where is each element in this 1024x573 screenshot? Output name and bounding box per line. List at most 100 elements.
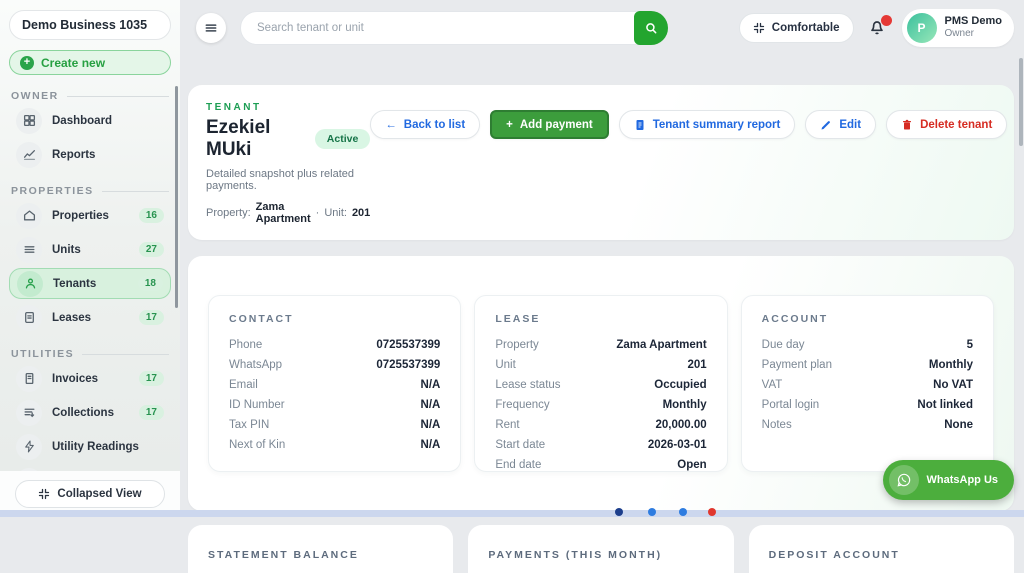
sidebar-item-invoices[interactable]: Invoices 17 [9,363,171,394]
count-badge: 27 [138,242,164,257]
tenant-header-card: TENANT Ezekiel MUki Active Detailed snap… [188,85,1014,240]
person-icon [17,270,43,297]
count-badge: 17 [138,371,164,386]
contact-row-next-of-kin: Next of Kin N/A [229,439,441,451]
arrow-left-icon: ← [385,118,397,131]
card-title: PAYMENTS (THIS MONTH) [488,549,663,561]
notification-badge [880,14,892,26]
topbar: Comfortable P PMS Demo Owner [180,0,1024,55]
collapsed-view-button[interactable]: Collapsed View [15,480,165,508]
sidebar-item-label: Collections [52,406,114,419]
bolt-icon [16,433,42,460]
breadcrumb: Property: Zama Apartment · Unit: 201 [206,201,371,225]
sidebar-item-label: Tenants [53,277,97,290]
card-title: ACCOUNT [761,313,829,325]
whatsapp-label: WhatsApp Us [926,474,999,486]
density-toggle-button[interactable]: Comfortable [738,12,854,43]
sidebar-item-units[interactable]: Units 27 [9,234,171,265]
sidebar: Demo Business 1035 + Create new OWNER Da… [0,0,180,517]
collections-icon [16,399,42,426]
account-row-due-day: Due day 5 [761,339,973,351]
search-container [240,10,668,45]
avatar: P [906,12,937,43]
count-badge: 16 [138,208,164,223]
contact-row-id-number: ID Number N/A [229,399,441,411]
action-buttons: ← Back to list + Add payment Tenant summ… [370,102,1008,225]
contact-row-phone: Phone 0725537399 [229,339,441,351]
edit-button[interactable]: Edit [805,110,877,139]
strip-dot-1 [615,508,623,516]
profile-role: Owner [944,28,974,39]
profile-name: PMS Demo [944,15,1002,27]
status-badge: Active [314,129,371,149]
menu-toggle-button[interactable] [196,12,226,43]
create-new-button[interactable]: + Create new [9,50,171,75]
search-icon [644,21,658,35]
bottom-section: STATEMENT BALANCE PAYMENTS (THIS MONTH) … [188,525,1014,573]
lease-row-status: Lease status Occupied [495,379,707,391]
bottom-strip [0,508,1024,517]
plus-icon: + [506,118,513,131]
section-owner: OWNER [11,90,169,102]
sidebar-scrollbar[interactable] [175,86,178,308]
tenant-summary-report-button[interactable]: Tenant summary report [618,110,796,139]
card-title: CONTACT [229,313,294,325]
density-label: Comfortable [771,21,840,34]
main-scrollbar[interactable] [1019,58,1023,146]
contact-row-whatsapp: WhatsApp 0725537399 [229,359,441,371]
sidebar-item-dashboard[interactable]: Dashboard [9,105,171,136]
account-row-portal-login: Portal login Not linked [761,399,973,411]
sidebar-item-label: Units [52,243,81,256]
section-properties: PROPERTIES [11,185,169,197]
strip-dot-2 [648,508,656,516]
sidebar-item-label: Dashboard [52,114,113,127]
section-utilities: UTILITIES [11,348,169,360]
delete-tenant-button[interactable]: Delete tenant [886,110,1008,139]
sidebar-item-properties[interactable]: Properties 16 [9,200,171,231]
profile-menu[interactable]: P PMS Demo Owner [901,8,1014,47]
count-badge: 17 [138,405,164,420]
account-row-notes: Notes None [761,419,973,431]
sidebar-item-label: Invoices [52,372,99,385]
report-file-icon [634,119,646,131]
sidebar-item-utility-readings[interactable]: Utility Readings [9,431,171,462]
plus-icon: + [20,55,34,70]
whatsapp-icon [888,465,919,495]
receipt-icon [16,365,42,392]
count-badge: 18 [137,276,163,291]
sidebar-item-leases[interactable]: Leases 17 [9,302,171,333]
reports-icon [16,141,42,168]
lease-row-property: Property Zama Apartment [495,339,707,351]
back-to-list-button[interactable]: ← Back to list [370,110,481,139]
account-row-payment-plan: Payment plan Monthly [761,359,973,371]
business-name-box[interactable]: Demo Business 1035 [9,10,171,40]
contact-card: CONTACT Phone 0725537399 WhatsApp 07255373… [208,295,462,472]
collapsed-view-label: Collapsed View [57,488,142,500]
lease-card: LEASE Property Zama Apartment Unit 201 Lea… [474,295,728,472]
trash-icon [901,119,913,131]
sidebar-item-label: Properties [52,209,109,222]
lines-icon [16,236,42,263]
statement-balance-card: STATEMENT BALANCE [188,525,454,573]
page-title: Ezekiel MUki [206,117,271,160]
contact-row-email: Email N/A [229,379,441,391]
search-button[interactable] [634,10,668,45]
page-eyebrow: TENANT [206,102,262,113]
whatsapp-us-button[interactable]: WhatsApp Us [882,460,1014,500]
payments-this-month-card: PAYMENTS (THIS MONTH) [468,525,734,573]
strip-dot-3 [679,508,687,516]
account-card: ACCOUNT Due day 5 Payment plan Monthly VAT… [740,295,994,472]
sidebar-item-tenants[interactable]: Tenants 18 [9,268,171,299]
search-input[interactable] [240,10,668,45]
sidebar-item-reports[interactable]: Reports [9,139,171,170]
topbar-right: Comfortable P PMS Demo Owner [738,8,1014,47]
card-title: LEASE [495,313,541,325]
business-name: Demo Business 1035 [22,18,148,32]
sidebar-item-collections[interactable]: Collections 17 [9,397,171,428]
lease-row-end-date: End date Open [495,459,707,471]
home-icon [16,202,42,229]
add-payment-button[interactable]: + Add payment [490,110,609,139]
pencil-icon [820,119,832,131]
notifications-button[interactable] [867,14,892,39]
card-title: STATEMENT BALANCE [208,549,359,561]
